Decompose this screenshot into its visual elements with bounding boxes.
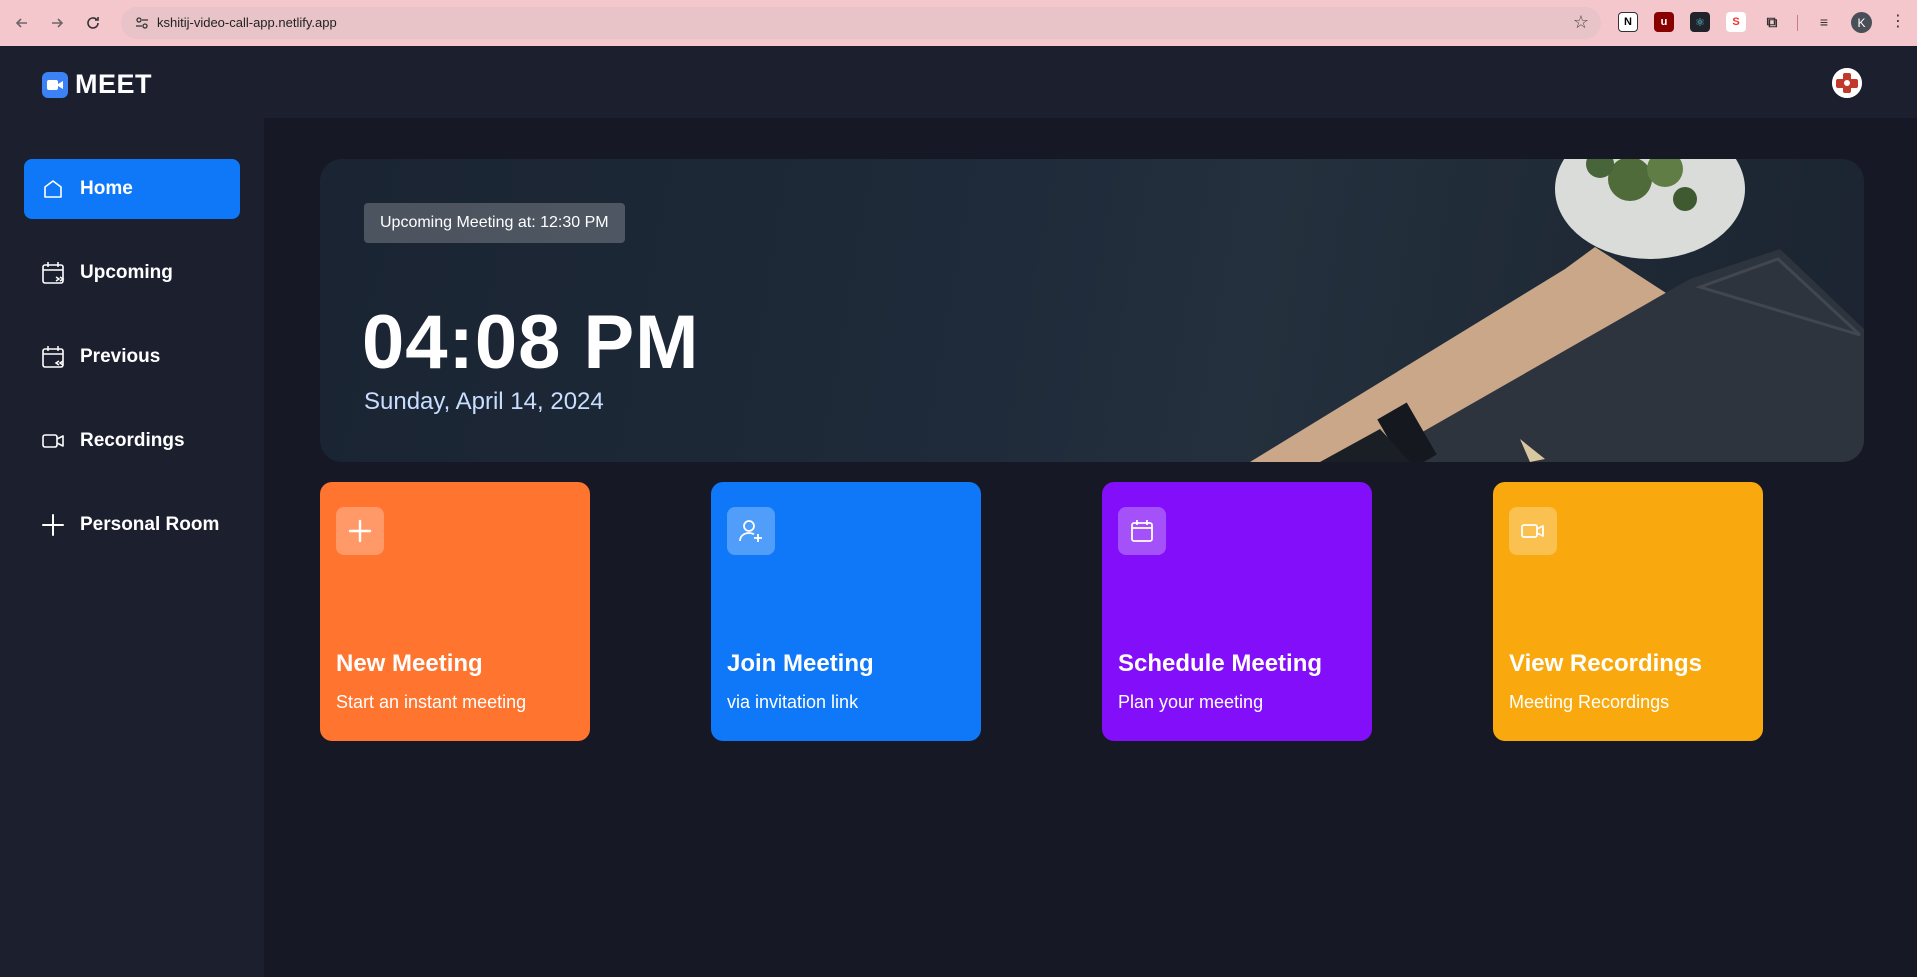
schedule-meeting-card[interactable]: Schedule Meeting Plan your meeting xyxy=(1102,482,1372,741)
sidebar-item-label: Recordings xyxy=(80,430,185,451)
card-title: Schedule Meeting xyxy=(1118,650,1323,677)
sidebar-item-label: Previous xyxy=(80,346,161,367)
sidebar-item-previous[interactable]: Previous xyxy=(24,327,240,387)
calendar-icon xyxy=(1118,507,1166,555)
notion-extension-icon[interactable]: N xyxy=(1618,12,1638,32)
upcoming-meeting-badge: Upcoming Meeting at: 12:30 PM xyxy=(364,203,625,243)
sidebar-item-recordings[interactable]: Recordings xyxy=(24,411,240,471)
sidebar-item-upcoming[interactable]: Upcoming xyxy=(24,243,240,303)
site-info-icon[interactable] xyxy=(133,14,151,32)
logo-text: MEET xyxy=(75,69,153,99)
video-icon xyxy=(40,428,66,454)
toolbar-divider xyxy=(1797,15,1798,31)
reload-icon xyxy=(87,17,99,29)
current-time: 04:08 PM xyxy=(362,300,700,385)
card-subtitle: Plan your meeting xyxy=(1118,692,1264,712)
card-subtitle: Meeting Recordings xyxy=(1509,692,1670,712)
ublock-extension-icon[interactable]: u xyxy=(1654,12,1674,32)
reading-list-icon[interactable]: ≡ xyxy=(1814,12,1834,32)
video-icon xyxy=(1509,507,1557,555)
calendar-previous-icon xyxy=(40,344,66,370)
current-date: Sunday, April 14, 2024 xyxy=(364,388,604,415)
sidebar-item-label: Upcoming xyxy=(80,262,173,283)
sidebar-item-label: Personal Room xyxy=(80,514,220,535)
hero-banner: Upcoming Meeting at: 12:30 PM 04:08 PM S… xyxy=(320,159,1864,462)
card-subtitle: via invitation link xyxy=(727,692,859,712)
profile-avatar[interactable]: K xyxy=(1851,12,1872,33)
forward-button[interactable] xyxy=(44,10,70,36)
card-subtitle: Start an instant meeting xyxy=(336,692,527,712)
user-avatar[interactable] xyxy=(1832,68,1862,98)
browser-toolbar: kshitij-video-call-app.netlify.app ☆ N u… xyxy=(0,0,1917,46)
home-icon xyxy=(40,176,66,202)
extension-icon[interactable]: S xyxy=(1726,12,1746,32)
sidebar-item-label: Home xyxy=(80,178,133,199)
new-meeting-card[interactable]: New Meeting Start an instant meeting xyxy=(320,482,590,741)
card-title: View Recordings xyxy=(1509,650,1702,677)
calendar-upcoming-icon xyxy=(40,260,66,286)
join-meeting-card[interactable]: Join Meeting via invitation link xyxy=(711,482,981,741)
menu-kebab-icon[interactable]: ⋮ xyxy=(1890,11,1906,31)
address-bar[interactable]: kshitij-video-call-app.netlify.app ☆ xyxy=(121,7,1601,39)
user-add-icon xyxy=(727,507,775,555)
react-devtools-extension-icon[interactable]: ⚛ xyxy=(1690,12,1710,32)
card-title: New Meeting xyxy=(336,650,483,677)
back-button[interactable] xyxy=(9,10,35,36)
bookmark-star-icon[interactable]: ☆ xyxy=(1573,12,1589,33)
extensions-puzzle-icon[interactable]: ⧉ xyxy=(1762,12,1782,32)
arrow-right-icon xyxy=(52,18,64,28)
plus-icon xyxy=(336,507,384,555)
reload-button[interactable] xyxy=(80,10,106,36)
view-recordings-card[interactable]: View Recordings Meeting Recordings xyxy=(1493,482,1763,741)
plus-icon xyxy=(40,512,66,538)
arrow-left-icon xyxy=(15,18,27,28)
url-text: kshitij-video-call-app.netlify.app xyxy=(157,15,337,30)
sidebar-item-personal-room[interactable]: Personal Room xyxy=(24,495,240,555)
sidebar: Home Upcoming Previous Recordings Person… xyxy=(0,118,264,977)
card-title: Join Meeting xyxy=(727,650,874,677)
user-avatar-icon xyxy=(1832,68,1862,98)
logo[interactable]: MEET xyxy=(42,69,152,100)
sidebar-item-home[interactable]: Home xyxy=(24,159,240,219)
logo-video-icon xyxy=(42,71,68,98)
app-header xyxy=(0,46,1917,118)
